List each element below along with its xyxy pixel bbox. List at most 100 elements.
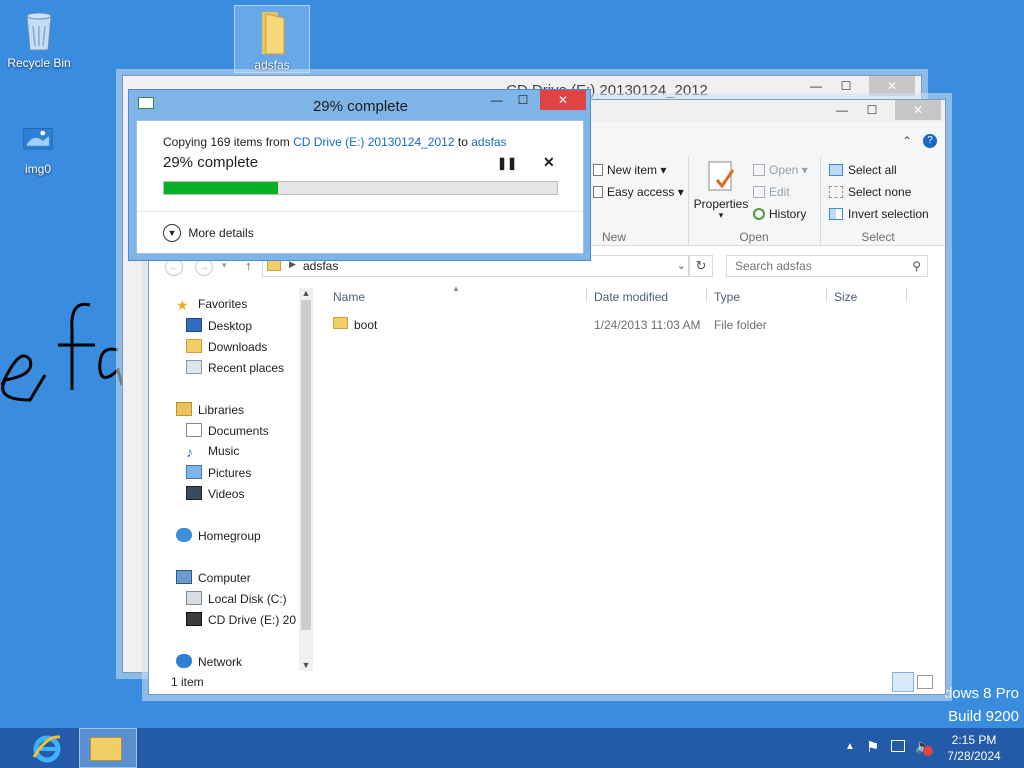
copy-dest-link[interactable]: adsfas [471,135,506,149]
folder-icon [333,317,348,329]
chevron-down-icon: ▾ [677,185,684,199]
properties-icon [708,161,735,191]
nav-favorites[interactable]: ★ Favorites [176,297,247,313]
file-explorer-icon [90,737,122,761]
select-none-icon [829,186,843,198]
address-path[interactable]: adsfas [303,259,338,273]
nav-homegroup[interactable]: Homegroup [176,528,261,543]
folder-icon [262,12,285,55]
minimize-button[interactable]: — [827,100,857,120]
recycle-bin-label: Recycle Bin [7,56,71,70]
close-button[interactable]: ✕ [869,76,915,96]
os-watermark-build: Build 9200 [948,708,1019,725]
nav-videos[interactable]: Videos [186,486,244,501]
copy-source-link[interactable]: CD Drive (E:) 20130124_2012 [293,135,454,149]
column-separator[interactable] [706,288,707,302]
chevron-down-icon: ▾ [718,210,724,220]
file-date: 1/24/2013 11:03 AM [594,318,701,332]
column-separator[interactable] [826,288,827,302]
recycle-bin-icon [26,12,52,51]
open-button[interactable]: Open ▾ [753,163,808,177]
nav-desktop[interactable]: Desktop [186,318,252,333]
maximize-button[interactable]: ☐ [831,76,861,96]
file-list[interactable]: ▲ Name Date modified Type Size boot 1/24… [321,284,937,671]
column-separator[interactable] [586,288,587,302]
invert-selection-label: Invert selection [848,207,929,221]
folder-icon [267,260,281,271]
easy-access-button[interactable]: Easy access ▾ [593,185,684,199]
column-header-size[interactable]: Size [834,290,857,304]
internet-explorer-taskbar-button[interactable] [22,728,74,768]
adsfas-folder-shortcut[interactable]: adsfas [234,5,310,73]
action-center-flag-icon[interactable]: ⚑ [866,738,879,756]
nav-documents[interactable]: Documents [186,423,269,438]
history-button[interactable]: History [753,207,806,221]
address-dropdown-icon[interactable]: ⌄ [677,259,686,272]
file-explorer-taskbar-button[interactable] [79,728,137,768]
nav-libraries[interactable]: Libraries [176,402,244,417]
homegroup-icon [176,528,192,542]
nav-music[interactable]: ♪ Music [186,444,239,460]
edit-button[interactable]: Edit [753,185,790,199]
img0-label: img0 [24,162,51,176]
network-status-icon[interactable] [891,740,905,752]
pictures-icon [186,465,202,479]
copy-progress-dialog[interactable]: 29% complete — ☐ ✕ Copying 169 items fro… [128,89,591,261]
adsfas-label: adsfas [254,58,290,72]
nav-cd-drive[interactable]: CD Drive (E:) 2013 [186,612,296,627]
more-details-button[interactable]: ▼ More details [163,224,254,242]
clock-date: 7/28/2024 [947,749,1001,763]
close-button[interactable]: ✕ [540,90,586,110]
img0-shortcut[interactable]: img0 [0,122,76,176]
copy-prefix: Copying 169 items from [163,135,290,149]
desktop-icon [186,318,202,332]
nav-downloads[interactable]: Downloads [186,339,267,354]
nav-local-disk[interactable]: Local Disk (C:) [186,591,287,606]
cd-drive-icon [186,612,202,626]
nav-network[interactable]: Network [176,654,242,669]
minimize-button[interactable]: — [801,76,831,96]
recycle-bin-shortcut[interactable]: Recycle Bin [1,6,77,70]
column-header-date[interactable]: Date modified [594,290,668,304]
show-hidden-icons-button[interactable]: ▲ [845,741,855,752]
select-none-button[interactable]: Select none [829,185,911,199]
navigation-pane[interactable]: ★ Favorites Desktop Downloads Recent plac… [156,288,313,671]
scroll-down-icon[interactable]: ▼ [299,660,313,670]
properties-button[interactable]: Properties ▾ [693,160,749,220]
pause-button[interactable]: ❚❚ [497,156,517,170]
ribbon-separator [688,156,689,246]
more-details-label: More details [188,226,254,240]
scroll-up-icon[interactable]: ▲ [299,288,313,298]
search-input[interactable] [735,257,905,275]
help-icon[interactable]: ? [923,134,937,148]
close-button[interactable]: ✕ [895,100,941,120]
refresh-button[interactable]: ↻ [689,255,713,277]
copy-to-word: to [457,135,468,149]
nav-computer[interactable]: Computer [176,570,251,585]
select-all-button[interactable]: Select all [829,163,897,177]
maximize-button[interactable]: ☐ [857,100,887,120]
clock[interactable]: 2:15 PM 7/28/2024 [940,732,1008,764]
maximize-button[interactable]: ☐ [508,90,538,110]
videos-icon [186,486,202,500]
column-header-name[interactable]: Name [333,290,365,304]
nav-scrollbar[interactable]: ▲ ▼ [299,288,313,671]
table-row[interactable]: boot 1/24/2013 11:03 AM File folder [321,312,921,334]
easy-access-icon [593,186,603,198]
column-header-type[interactable]: Type [714,290,740,304]
cancel-copy-button[interactable]: ✕ [543,154,555,171]
invert-selection-button[interactable]: Invert selection [829,207,929,221]
column-separator[interactable] [906,288,907,302]
details-view-button[interactable] [892,672,914,692]
nav-recent-places[interactable]: Recent places [186,360,284,375]
nav-pictures[interactable]: Pictures [186,465,251,480]
ribbon-collapse-icon[interactable]: ⌃ [902,134,912,148]
scroll-thumb[interactable] [301,300,311,630]
new-item-button[interactable]: New item ▾ [593,163,666,177]
music-icon: ♪ [186,444,193,460]
copy-dialog-body: Copying 169 items from CD Drive (E:) 201… [136,120,584,254]
ribbon-group-label-select: Select [861,230,895,244]
large-icons-view-button[interactable] [917,675,933,689]
search-box[interactable]: ⚲ [726,255,928,277]
recent-locations-button[interactable]: ▾ [222,260,227,271]
